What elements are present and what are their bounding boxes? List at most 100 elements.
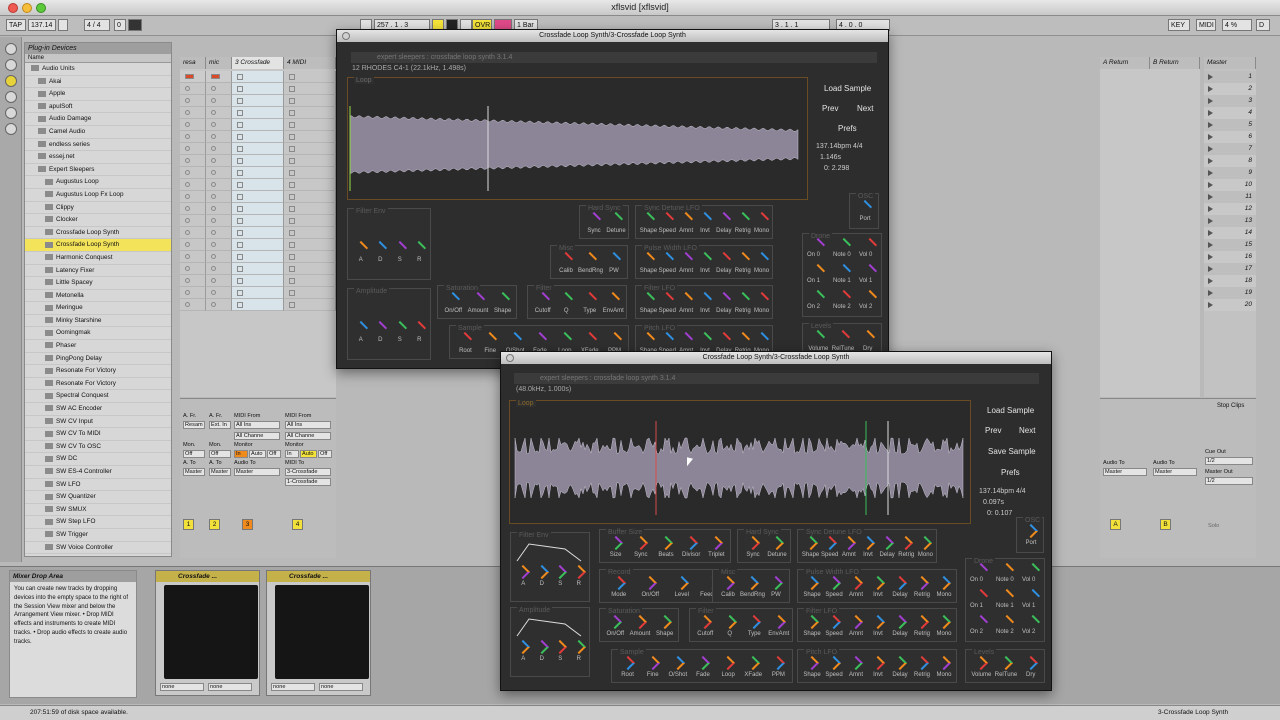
knob[interactable] (769, 535, 785, 551)
clip-stop-icon[interactable] (237, 242, 243, 248)
clip-slot[interactable] (232, 275, 284, 287)
input-type-select-1[interactable]: Resam (183, 421, 205, 429)
clip-record-icon[interactable] (185, 218, 190, 223)
knob[interactable] (679, 211, 694, 227)
monitor-off-button-4[interactable]: Off (318, 450, 332, 458)
clip-slot[interactable] (232, 227, 284, 239)
knob[interactable] (508, 331, 523, 347)
knob[interactable] (745, 535, 761, 551)
knob[interactable] (660, 211, 675, 227)
close-icon[interactable] (342, 32, 350, 40)
plugin-back-waveform[interactable]: Loop (347, 77, 808, 200)
knob[interactable] (1023, 523, 1039, 539)
clip-slot[interactable] (180, 95, 206, 107)
knob[interactable] (1023, 655, 1038, 671)
browser-item[interactable]: SW LFO (25, 479, 171, 492)
knob[interactable] (862, 237, 878, 253)
clip-slot[interactable] (232, 179, 284, 191)
clip-slot[interactable] (206, 251, 232, 263)
clip-stop-icon[interactable] (237, 74, 243, 80)
browser-item[interactable]: SW DC (25, 453, 171, 466)
tempo-field[interactable]: 137.14 (28, 19, 56, 31)
return-b-activator[interactable]: B (1160, 519, 1171, 530)
knob[interactable] (643, 575, 658, 591)
knob[interactable] (892, 614, 908, 630)
output-select-2[interactable]: Master (209, 468, 231, 476)
clip-stop-icon[interactable] (289, 146, 295, 152)
clip-slot[interactable] (232, 131, 284, 143)
device-select-1a[interactable]: none (160, 683, 204, 691)
plugin-front-save-sample-button[interactable]: Save Sample (988, 447, 1036, 456)
clip-slot[interactable] (284, 263, 336, 275)
clip-stop-icon[interactable] (237, 86, 243, 92)
clip-record-icon[interactable] (211, 218, 216, 223)
clip-stop-icon[interactable] (237, 158, 243, 164)
clip-record-icon[interactable] (211, 278, 216, 283)
knob[interactable] (495, 291, 510, 307)
knob[interactable] (836, 263, 852, 279)
clip-record-icon[interactable] (185, 254, 190, 259)
track-activator-1[interactable]: 1 (183, 519, 194, 530)
clip-slot[interactable] (180, 119, 206, 131)
knob[interactable] (918, 535, 933, 551)
track-header-resa[interactable]: resa (180, 57, 206, 69)
knob[interactable] (722, 614, 737, 630)
knob[interactable] (848, 575, 864, 591)
scene-launch-button[interactable]: 2 (1204, 83, 1256, 95)
clip-stop-icon[interactable] (289, 74, 295, 80)
knob[interactable] (697, 291, 713, 307)
clip-stop-icon[interactable] (237, 266, 243, 272)
knob[interactable] (1025, 614, 1041, 630)
clip-record-icon[interactable] (185, 134, 190, 139)
knob[interactable] (559, 291, 574, 307)
browser-item[interactable]: Latency Fixer (25, 265, 171, 278)
clip-slot[interactable] (232, 95, 284, 107)
knob[interactable] (716, 211, 731, 227)
browser-item[interactable]: apulSoft (25, 101, 171, 114)
tap-button[interactable]: TAP (6, 19, 26, 31)
master-out-select[interactable]: 1/2 (1205, 477, 1253, 485)
clip-stop-icon[interactable] (289, 302, 295, 308)
scene-launch-button[interactable]: 1 (1204, 71, 1256, 83)
clip-slot[interactable] (284, 203, 336, 215)
clip-record-icon[interactable] (211, 146, 216, 151)
time-signature-field[interactable]: 4 / 4 (84, 19, 110, 31)
scene-launch-button[interactable]: 6 (1204, 131, 1256, 143)
knob[interactable] (470, 291, 486, 307)
monitor-in-button-4[interactable]: In (285, 450, 299, 458)
clip-slot[interactable] (206, 191, 232, 203)
plugin-window-front[interactable]: Crossfade Loop Synth/3-Crossfade Loop Sy… (500, 351, 1052, 691)
knob[interactable] (679, 251, 694, 267)
knob[interactable] (721, 655, 736, 671)
clip-slot[interactable] (232, 119, 284, 131)
browser-item[interactable]: Camel Audio (25, 126, 171, 139)
clip-slot[interactable] (232, 167, 284, 179)
monitor-select-1[interactable]: Off (183, 450, 205, 458)
clip-stop-icon[interactable] (289, 194, 295, 200)
knob[interactable] (532, 331, 548, 347)
knob[interactable] (571, 639, 586, 655)
clip-slot[interactable] (284, 191, 336, 203)
knob[interactable] (771, 655, 786, 671)
clip-record-icon[interactable] (185, 98, 190, 103)
input-type-select-2[interactable]: Ext. In (209, 421, 231, 429)
clip-slot[interactable] (232, 287, 284, 299)
knob[interactable] (835, 329, 851, 345)
knob[interactable] (557, 331, 572, 347)
knob[interactable] (716, 251, 731, 267)
knob[interactable] (870, 575, 886, 591)
clip-record-icon[interactable] (211, 170, 216, 175)
clip-slot[interactable] (206, 215, 232, 227)
scene-launch-button[interactable]: 15 (1204, 239, 1256, 251)
clip-stop-icon[interactable] (237, 182, 243, 188)
knob[interactable] (709, 535, 724, 551)
knob[interactable] (771, 614, 786, 630)
knob[interactable] (697, 251, 713, 267)
clip-slot[interactable] (284, 227, 336, 239)
knob[interactable] (860, 535, 876, 551)
knob[interactable] (870, 614, 886, 630)
clip-slot[interactable] (206, 167, 232, 179)
clip-stop-icon[interactable] (289, 206, 295, 212)
clip-slot[interactable] (206, 299, 232, 311)
knob[interactable] (804, 575, 820, 591)
